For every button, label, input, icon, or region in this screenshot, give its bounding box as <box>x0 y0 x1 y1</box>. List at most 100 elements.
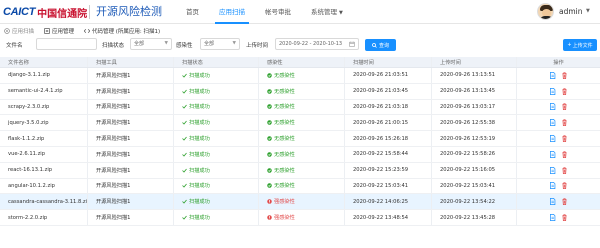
table-row[interactable]: scrapy-2.3.0.zip 开源风险扫描1 扫描成功 无感染性 2020-09-2… <box>0 99 600 116</box>
col-scan-status[interactable]: 扫描状态 <box>174 57 259 67</box>
cell-actions <box>517 131 600 146</box>
check-icon <box>182 89 187 94</box>
cell-file-name: django-3.1.1.zip <box>0 68 88 83</box>
cell-actions <box>517 179 600 194</box>
col-scan-time[interactable]: 扫描时间 <box>345 57 432 67</box>
report-icon[interactable] <box>549 214 556 222</box>
table-row[interactable]: cassandra-cassandra-3.11.8.zip 开源风险扫描1 扫描成… <box>0 194 600 211</box>
table-row[interactable]: semantic-ui-2.4.1.zip 开源风险扫描1 扫描成功 无感染性 2020… <box>0 83 600 100</box>
col-scan-tool[interactable]: 扫描工具 <box>88 57 174 67</box>
cell-scan-status: 扫描成功 <box>174 210 259 225</box>
col-infection[interactable]: 感染性 <box>259 57 345 67</box>
scan-status-select[interactable]: 全部 ▼ <box>130 38 172 50</box>
chevron-down-icon[interactable]: ▼ <box>586 8 590 14</box>
file-name-input[interactable] <box>36 38 97 50</box>
scan-status-text: 扫描成功 <box>189 167 210 174</box>
tab-code-manage[interactable]: 代码管理 (所属应用: 扫描1) <box>84 27 160 35</box>
table-row[interactable]: jquery-3.5.0.zip 开源风险扫描1 扫描成功 无感染性 2020-09-2… <box>0 115 600 132</box>
nav-system-admin[interactable]: 系统管理 ▼ <box>301 0 353 24</box>
cell-file-name: scrapy-2.3.0.zip <box>0 99 88 115</box>
cell-scan-status: 扫描成功 <box>174 68 259 83</box>
table-row[interactable]: storm-2.2.0.zip 开源风险扫描1 扫描成功 强感染性 2020-09-22… <box>0 210 600 226</box>
table-row[interactable]: angular-10.1.2.zip 开源风险扫描1 扫描成功 无感染性 2020-09… <box>0 178 600 195</box>
trash-icon[interactable] <box>561 135 568 143</box>
report-icon[interactable] <box>549 182 556 190</box>
cell-scan-time: 2020-09-26 21:03:45 <box>345 83 432 99</box>
check-icon <box>182 136 187 141</box>
cell-infection: 无感染性 <box>259 115 345 131</box>
table-row[interactable]: flask-1.1.2.zip 开源风险扫描1 扫描成功 无感染性 2020-09-26… <box>0 131 600 147</box>
trash-icon[interactable] <box>561 167 568 174</box>
report-icon[interactable] <box>549 103 556 111</box>
upload-file-button[interactable]: + 上传文件 <box>563 39 597 51</box>
report-icon[interactable] <box>549 71 556 79</box>
col-actions: 操作 <box>553 59 564 66</box>
trash-icon[interactable] <box>561 214 568 222</box>
date-range-value: 2020-09-22 - 2020-10-13 <box>279 41 343 47</box>
cell-actions <box>517 163 600 178</box>
avatar[interactable] <box>537 3 554 20</box>
file-name-label: 文件名 <box>6 43 23 49</box>
query-button[interactable]: 查询 <box>365 39 396 51</box>
cell-actions <box>517 210 600 225</box>
nav-account-approval[interactable]: 帐号审批 <box>255 0 301 24</box>
shield-check-icon <box>267 73 272 78</box>
infection-value: 全部 <box>204 41 215 47</box>
trash-icon[interactable] <box>561 119 568 127</box>
scan-status-text: 扫描成功 <box>189 215 210 222</box>
cell-scan-time: 2020-09-22 15:03:41 <box>345 178 432 194</box>
cell-scan-tool: 开源风险扫描1 <box>88 146 174 162</box>
cell-upload-time: 2020-09-26 12:55:38 <box>432 115 517 131</box>
trash-icon[interactable] <box>561 72 568 79</box>
infection-text: 强感染性 <box>274 215 295 222</box>
cell-upload-time: 2020-09-26 13:13:51 <box>432 68 517 83</box>
trash-icon[interactable] <box>561 182 568 190</box>
infection-text: 无感染性 <box>274 72 295 79</box>
col-file-name[interactable]: 文件名称 <box>0 57 88 67</box>
trash-icon[interactable] <box>561 88 568 95</box>
trash-icon[interactable] <box>561 198 568 206</box>
cell-scan-tool: 开源风险扫描1 <box>88 194 174 210</box>
report-icon[interactable] <box>549 135 556 143</box>
nav-home[interactable]: 首页 <box>176 0 209 24</box>
username[interactable]: admin <box>559 7 583 16</box>
report-icon[interactable] <box>549 119 556 127</box>
col-upload-time[interactable]: 上传时间 <box>432 57 517 67</box>
cell-file-name: storm-2.2.0.zip <box>0 210 88 225</box>
logo-en-text: CAICT <box>3 6 36 18</box>
cell-scan-status: 扫描成功 <box>174 131 259 146</box>
trash-icon[interactable] <box>561 151 568 158</box>
cell-file-name: flask-1.1.2.zip <box>0 131 88 146</box>
trash-icon[interactable] <box>561 103 568 111</box>
upload-time-label: 上传时间 <box>246 43 269 49</box>
report-icon[interactable] <box>549 87 556 95</box>
cell-scan-time: 2020-09-22 15:23:59 <box>345 162 432 178</box>
file-table: 文件名称 扫描工具 扫描状态 感染性 扫描时间 上传时间 操作 django-3… <box>0 57 600 226</box>
cell-upload-time: 2020-09-22 15:03:41 <box>432 178 517 194</box>
shield-check-icon <box>267 167 272 173</box>
infection-select[interactable]: 全部 ▼ <box>200 38 240 50</box>
tab-code-manage-label: 代码管理 (所属应用: 扫描1) <box>92 28 161 35</box>
cell-infection: 无感染性 <box>259 131 345 146</box>
tab-app-manage[interactable]: 应用管理 <box>44 27 74 35</box>
infection-text: 无感染性 <box>274 167 295 174</box>
report-icon[interactable] <box>549 198 556 206</box>
cell-actions <box>517 100 600 115</box>
table-row[interactable]: vue-2.6.11.zip 开源风险扫描1 扫描成功 无感染性 2020-09-22 … <box>0 146 600 163</box>
nav-app-scan[interactable]: 应用扫描 <box>209 0 255 24</box>
date-range-input[interactable]: 2020-09-22 - 2020-10-13 <box>275 38 359 50</box>
chevron-down-icon: ▼ <box>164 41 168 46</box>
table-row[interactable]: django-3.1.1.zip 开源风险扫描1 扫描成功 无感染性 2020-09-2… <box>0 68 600 84</box>
cell-scan-tool: 开源风险扫描1 <box>88 83 174 99</box>
main-nav: 首页 应用扫描 帐号审批 系统管理 ▼ <box>176 0 353 24</box>
report-icon[interactable] <box>549 166 556 174</box>
table-row[interactable]: react-16.13.1.zip 开源风险扫描1 扫描成功 无感染性 2020-09-… <box>0 162 600 179</box>
infection-text: 无感染性 <box>274 88 295 95</box>
cell-file-name: react-16.13.1.zip <box>0 162 88 178</box>
cell-scan-tool: 开源风险扫描1 <box>88 115 174 131</box>
warning-icon <box>267 215 272 220</box>
cell-scan-time: 2020-09-26 21:00:15 <box>345 115 432 131</box>
tab-app-scan[interactable]: 应用扫描 <box>4 27 34 35</box>
shield-check-icon <box>267 183 272 189</box>
report-icon[interactable] <box>549 150 556 158</box>
